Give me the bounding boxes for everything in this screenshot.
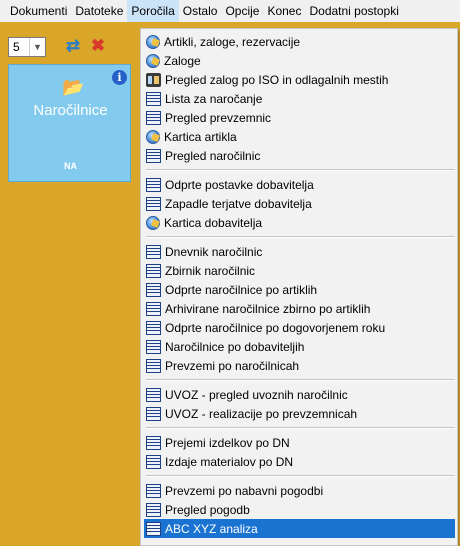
menu-item-label: Prevzemi po naročilnicah	[165, 358, 300, 373]
menu-item[interactable]: Kartica artikla	[144, 127, 455, 146]
menu-item[interactable]: Prejemi izdelkov po DN	[144, 433, 455, 452]
list-icon	[146, 521, 161, 536]
tile-code: NA	[64, 161, 77, 171]
menu-item-label: Prevzemi po nabavni pogodbi	[165, 483, 324, 498]
info-icon[interactable]: i	[112, 70, 127, 85]
menu-item-label: UVOZ - pregled uvoznih naročilnic	[165, 387, 348, 402]
menu-separator	[146, 236, 455, 238]
menu-item[interactable]: Odprte naročilnice po dogovorjenem roku	[144, 318, 455, 337]
open-folder-icon: 📂	[62, 77, 85, 97]
list-icon	[146, 148, 161, 163]
menu-item-label: Prejemi izdelkov po DN	[165, 435, 290, 450]
list-icon	[146, 454, 161, 469]
menu-item[interactable]: Naročilnice po dobaviteljih	[144, 337, 455, 356]
porocila-dropdown-menu: Artikli, zaloge, rezervacije Zaloge Pregle…	[140, 28, 458, 546]
menu-item-label: UVOZ - realizacije po prevzemnicah	[165, 406, 358, 421]
menu-item-label: Kartica dobavitelja	[164, 215, 263, 230]
menu-konec[interactable]: Konec	[263, 0, 305, 22]
menu-item[interactable]: Prevzemi po nabavni pogodbi	[144, 481, 455, 500]
menu-dodatni-postopki[interactable]: Dodatni postopki	[305, 0, 402, 22]
menu-opcije[interactable]: Opcije	[221, 0, 263, 22]
menu-item-label: Odprte postavke dobavitelja	[165, 177, 314, 192]
list-icon	[146, 244, 161, 259]
menu-item[interactable]: Zaloge	[144, 51, 455, 70]
menu-item[interactable]: ABC XYZ analiza	[144, 519, 455, 538]
menu-item-label: Dnevnik naročilnic	[165, 244, 263, 259]
menu-item-label: Izdaje materialov po DN	[165, 454, 294, 469]
menu-item[interactable]: Arhivirane naročilnice zbirno po artikli…	[144, 299, 455, 318]
menu-item[interactable]: Pregled zalog po ISO in odlagalnih mesti…	[144, 70, 455, 89]
menu-item-label: Kartica artikla	[164, 129, 237, 144]
delete-icon[interactable]: ✖	[88, 36, 108, 56]
list-icon	[146, 110, 161, 125]
menu-item[interactable]: Zbirnik naročilnic	[144, 261, 455, 280]
menu-item[interactable]: Pregled prevzemnic	[144, 108, 455, 127]
globe-icon	[146, 34, 160, 49]
globe-icon	[146, 53, 160, 68]
menu-porocila[interactable]: Poročila	[127, 0, 179, 22]
menu-item-label: Zaloge	[164, 53, 201, 68]
list-icon	[146, 502, 161, 517]
list-icon	[146, 406, 161, 421]
quantity-value: 5	[13, 40, 20, 54]
list-icon	[146, 339, 161, 354]
list-icon	[146, 282, 161, 297]
menu-item-label: Naročilnice po dobaviteljih	[165, 339, 305, 354]
menu-item-label: Pregled naročilnic	[165, 148, 261, 163]
menu-separator	[146, 427, 455, 429]
list-icon	[146, 435, 161, 450]
quantity-select[interactable]: 5 ▼	[8, 37, 46, 57]
menu-datoteke[interactable]: Datoteke	[71, 0, 127, 22]
list-icon	[146, 358, 161, 373]
menu-item-label: Pregled zalog po ISO in odlagalnih mesti…	[165, 72, 389, 87]
list-icon	[146, 301, 161, 316]
menu-item[interactable]: Pregled naročilnic	[144, 146, 455, 165]
menu-bar: Dokumenti Datoteke Poročila Ostalo Opcij…	[0, 0, 460, 22]
list-icon	[146, 177, 161, 192]
module-tile-narocilnice[interactable]: 📂 i Naročilnice NA	[8, 64, 131, 182]
globe-icon	[146, 129, 160, 144]
list-icon	[146, 263, 161, 278]
tile-title: Naročilnice	[33, 102, 108, 119]
menu-item-label: ABC XYZ analiza	[165, 521, 258, 536]
menu-item-label: Artikli, zaloge, rezervacije	[164, 34, 301, 49]
list-icon	[146, 387, 161, 402]
menu-item[interactable]: Odprte naročilnice po artiklih	[144, 280, 455, 299]
list-icon	[146, 483, 161, 498]
list-icon	[146, 320, 161, 335]
menu-item[interactable]: Dnevnik naročilnic	[144, 242, 455, 261]
iso-icon	[146, 72, 161, 87]
menu-ostalo[interactable]: Ostalo	[179, 0, 222, 22]
menu-item[interactable]: Odprte postavke dobavitelja	[144, 175, 455, 194]
menu-item-label: Pregled pogodb	[165, 502, 250, 517]
menu-item[interactable]: Lista za naročanje	[144, 89, 455, 108]
menu-item[interactable]: Kartica dobavitelja	[144, 213, 455, 232]
menu-item[interactable]: UVOZ - pregled uvoznih naročilnic	[144, 385, 455, 404]
globe-icon	[146, 215, 160, 230]
menu-item-label: Zapadle terjatve dobavitelja	[165, 196, 312, 211]
menu-item-label: Lista za naročanje	[165, 91, 263, 106]
refresh-icon[interactable]: ⇄	[63, 36, 83, 56]
menu-item-label: Odprte naročilnice po artiklih	[165, 282, 318, 297]
menu-item[interactable]: Pregled pogodb	[144, 500, 455, 519]
menu-item[interactable]: Prevzemi po naročilnicah	[144, 356, 455, 375]
menu-separator	[146, 475, 455, 477]
menu-item[interactable]: Artikli, zaloge, rezervacije	[144, 32, 455, 51]
menu-separator	[146, 379, 455, 381]
list-icon	[146, 91, 161, 106]
menu-item-label: Zbirnik naročilnic	[165, 263, 256, 278]
menu-item-label: Odprte naročilnice po dogovorjenem roku	[165, 320, 386, 335]
menu-item[interactable]: Izdaje materialov po DN	[144, 452, 455, 471]
menu-item[interactable]: Zapadle terjatve dobavitelja	[144, 194, 455, 213]
menu-dokumenti[interactable]: Dokumenti	[6, 0, 71, 22]
menu-item[interactable]: UVOZ - realizacije po prevzemnicah	[144, 404, 455, 423]
menu-separator	[146, 169, 455, 171]
menu-item-label: Arhivirane naročilnice zbirno po artikli…	[165, 301, 371, 316]
list-icon	[146, 196, 161, 211]
chevron-down-icon[interactable]: ▼	[29, 38, 45, 56]
menu-item-label: Pregled prevzemnic	[165, 110, 272, 125]
